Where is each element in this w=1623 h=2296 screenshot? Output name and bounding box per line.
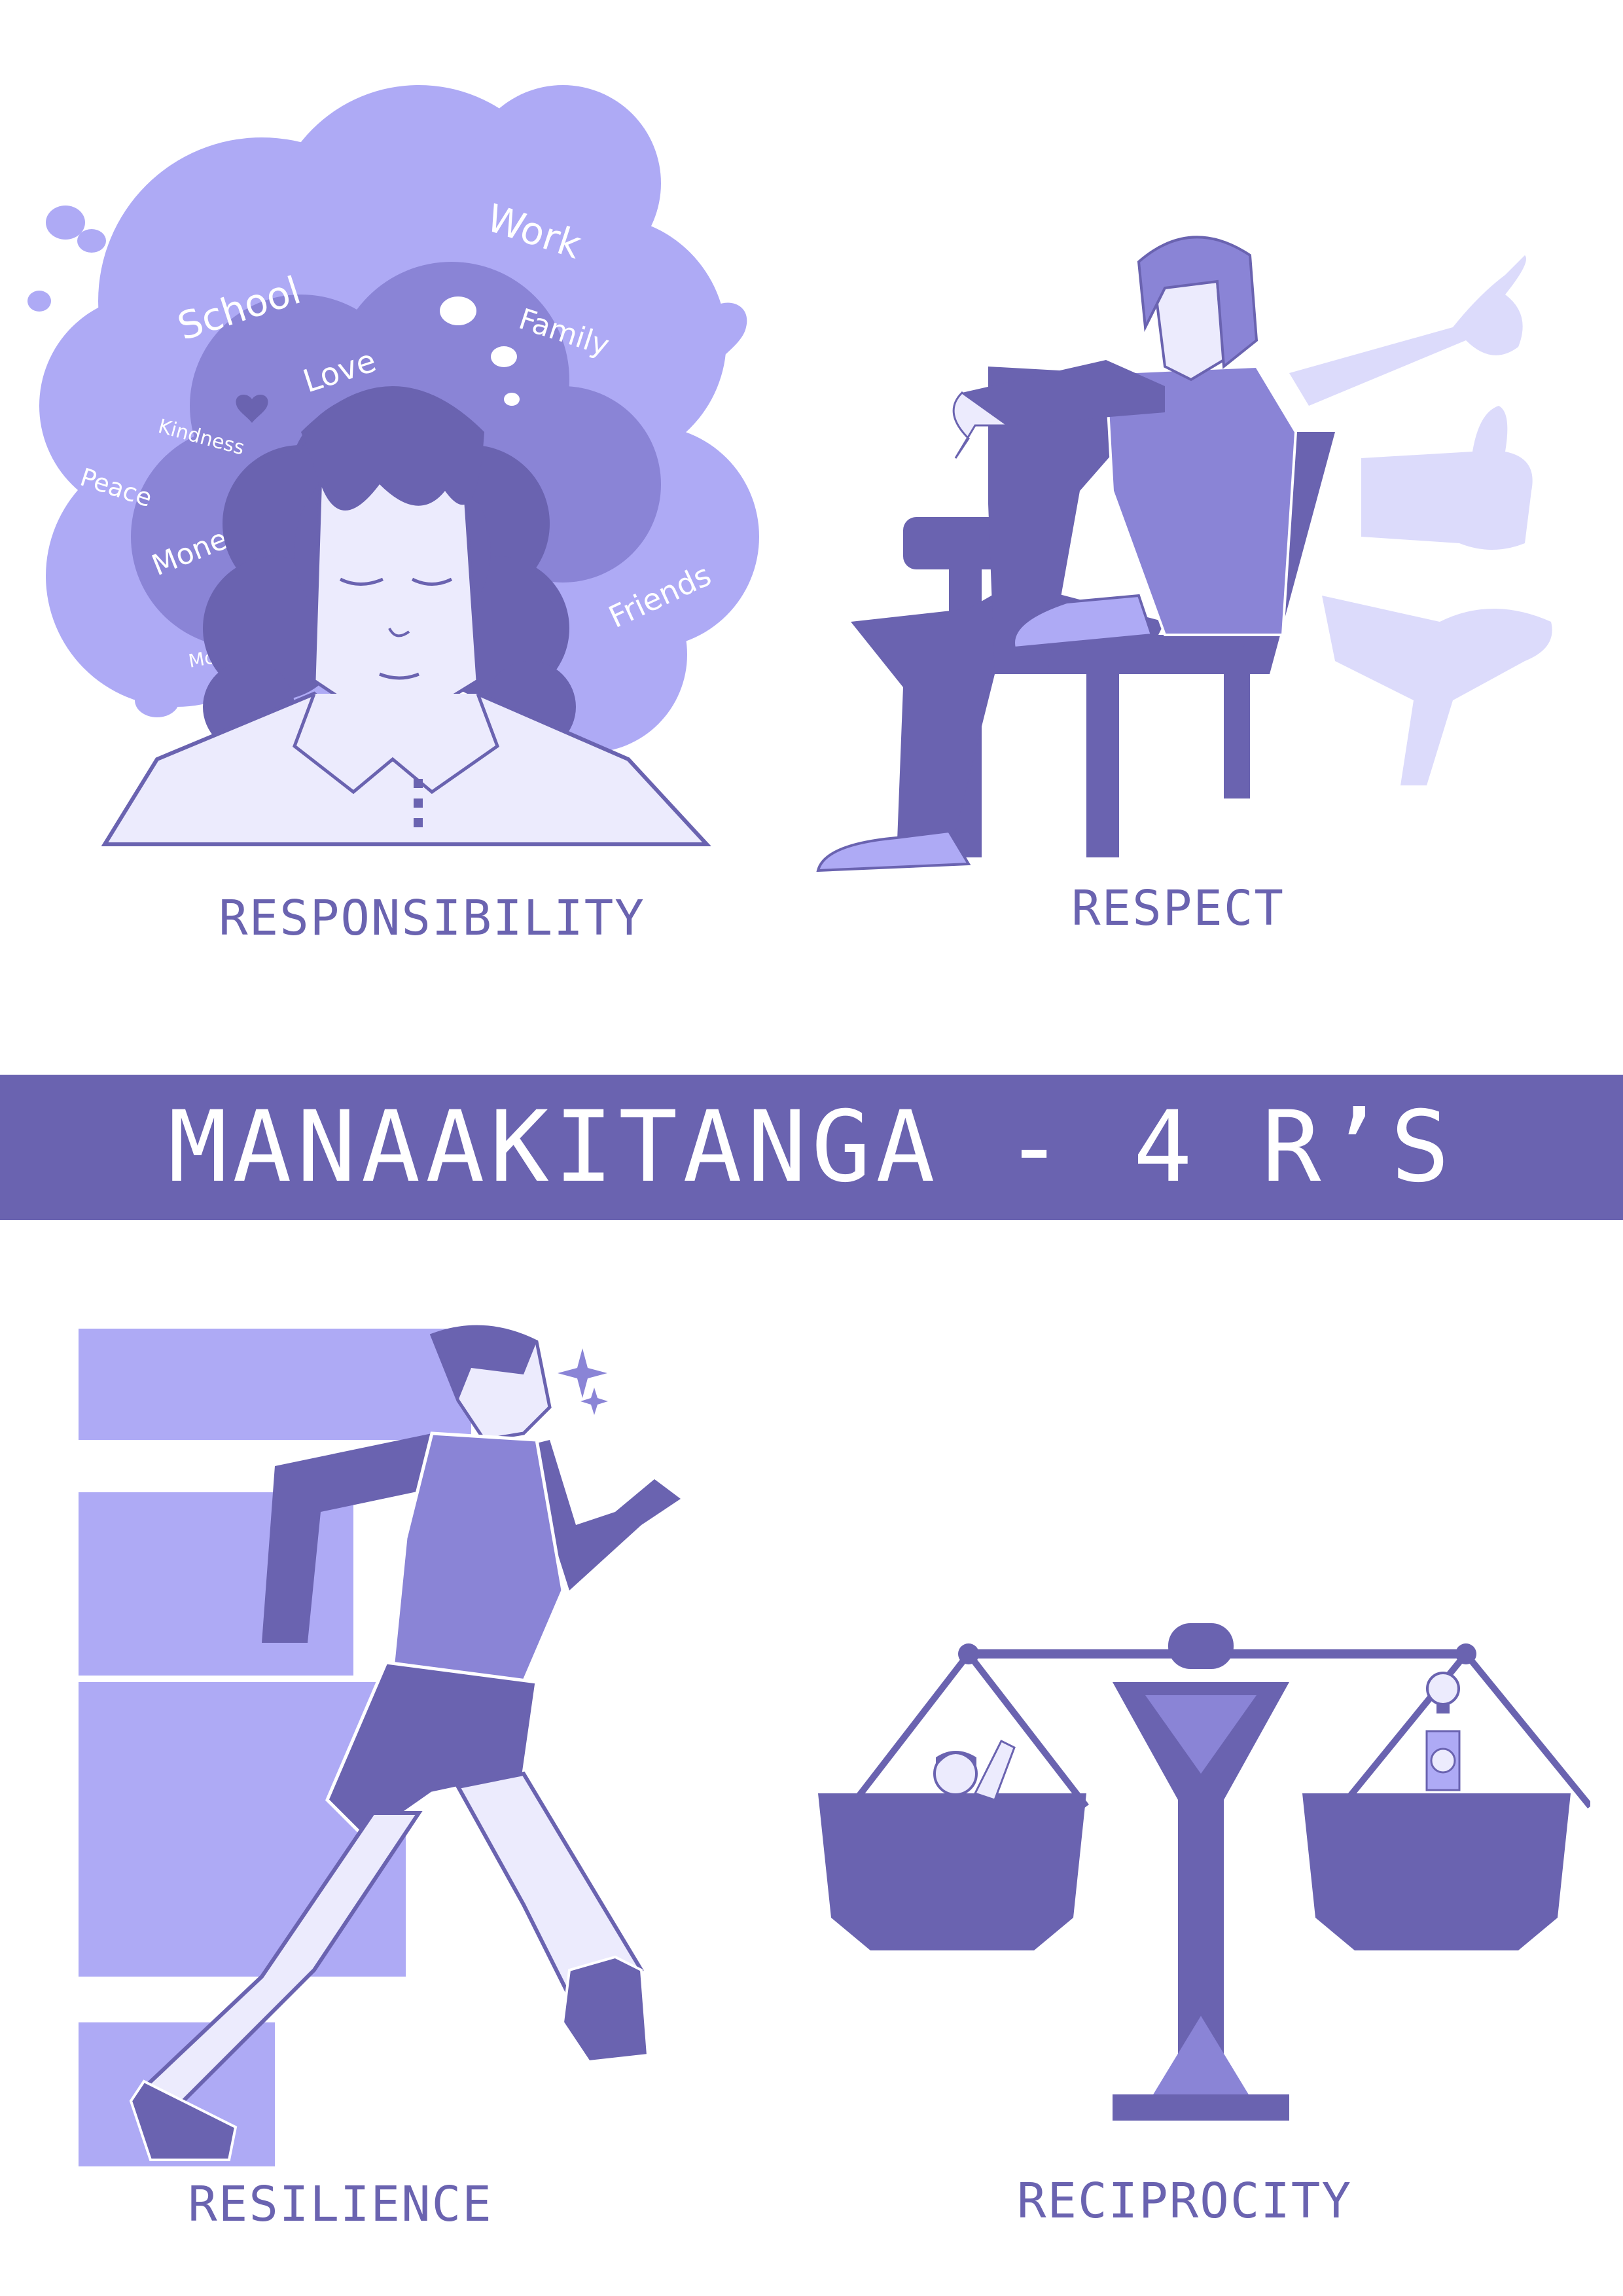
- running-shoe: [561, 1955, 650, 2064]
- responsibility-illustration: School Work Family Love Kindness Peace M…: [27, 85, 759, 846]
- bubble-small: [77, 229, 106, 253]
- shirt-button: [414, 798, 423, 808]
- handshake-icon: [1322, 596, 1552, 785]
- bubble-small: [46, 206, 85, 240]
- shirt-button: [414, 779, 423, 788]
- face: [1153, 279, 1226, 382]
- shoe: [816, 829, 971, 872]
- shirt-button: [414, 818, 423, 827]
- bubble-small: [27, 291, 51, 312]
- caption-responsibility: RESPONSIBILITY: [219, 890, 645, 946]
- ok-hand-icon: [1289, 255, 1526, 406]
- sparkle-icon: [558, 1348, 607, 1398]
- reciprocity-illustration: [818, 1623, 1590, 2121]
- page-title: MANAAKITANGA - 4 R’S: [168, 1090, 1455, 1204]
- balance-scale-icon: [818, 1623, 1590, 2121]
- thought-dot: [491, 346, 517, 367]
- sparkle-icon: [580, 1388, 608, 1415]
- caption-respect: RESPECT: [1071, 880, 1285, 937]
- respect-illustration: [816, 236, 1552, 872]
- caption-reciprocity: RECIPROCITY: [1016, 2173, 1353, 2229]
- thought-dot: [440, 296, 476, 325]
- thumbs-up-icon: [1361, 406, 1533, 550]
- resilience-illustration: [79, 1325, 681, 2166]
- thought-dot: [504, 393, 520, 406]
- lightbulb-icon: [1426, 1672, 1460, 1706]
- caption-resilience: RESILIENCE: [188, 2176, 493, 2233]
- bubble-small: [135, 683, 179, 717]
